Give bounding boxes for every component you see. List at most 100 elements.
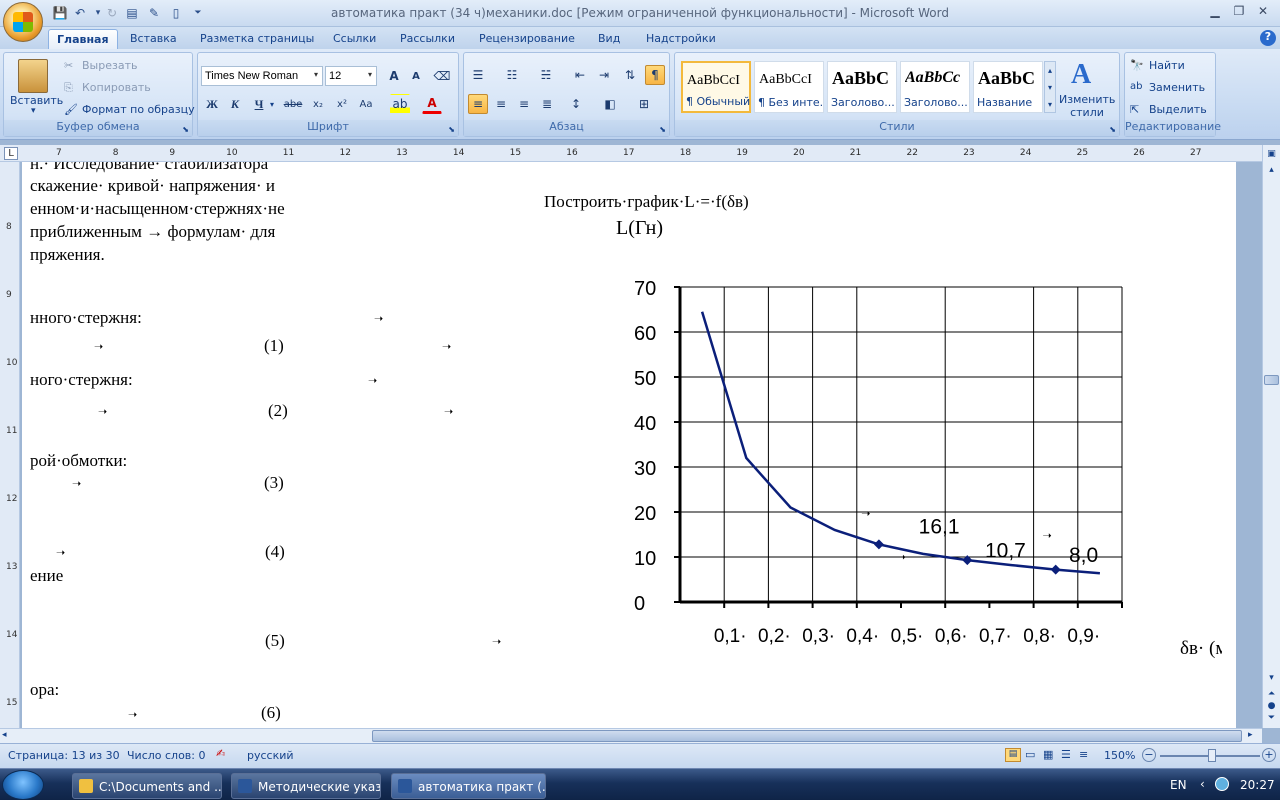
cut-icon[interactable]: ✂ bbox=[64, 59, 73, 72]
horizontal-scrollbar[interactable]: ◂ ▸ bbox=[0, 728, 1262, 743]
justify-icon[interactable]: ≣ bbox=[537, 94, 557, 114]
font-family-dropdown-icon[interactable]: ▾ bbox=[314, 70, 318, 79]
clipboard-launcher-icon[interactable]: ⬊ bbox=[182, 125, 189, 134]
subscript-button[interactable]: x₂ bbox=[308, 94, 328, 114]
tab-home[interactable]: Главная bbox=[48, 29, 118, 49]
borders-icon[interactable]: ⊞ bbox=[634, 94, 654, 114]
tab-insert[interactable]: Вставка bbox=[122, 29, 185, 49]
sort-icon[interactable]: ⇅ bbox=[620, 65, 640, 85]
change-case-button[interactable]: Aa bbox=[356, 94, 376, 114]
multilevel-list-icon[interactable]: ☵ bbox=[536, 65, 556, 85]
strikethrough-button[interactable]: abe bbox=[283, 94, 303, 114]
numbering-icon[interactable]: ☷ bbox=[502, 65, 522, 85]
full-screen-reading-icon[interactable]: ▭ bbox=[1025, 748, 1035, 761]
style-no-spacing[interactable]: AaBbCcI ¶ Без инте... bbox=[754, 61, 824, 113]
scroll-up-icon[interactable]: ▴ bbox=[1265, 165, 1278, 178]
minimize-icon[interactable]: ▁ bbox=[1204, 4, 1226, 20]
show-marks-icon[interactable]: ¶ bbox=[645, 65, 665, 85]
underline-dropdown-icon[interactable]: ▾ bbox=[270, 100, 274, 109]
copy-button[interactable]: Копировать bbox=[82, 81, 151, 94]
paragraph-launcher-icon[interactable]: ⬊ bbox=[659, 125, 666, 134]
tab-selector-icon[interactable]: L bbox=[4, 147, 18, 160]
find-button[interactable]: Найти bbox=[1149, 59, 1185, 72]
tab-view[interactable]: Вид bbox=[590, 29, 628, 49]
font-color-icon[interactable]: A bbox=[422, 94, 442, 114]
change-styles-button[interactable]: Изменить стили bbox=[1059, 93, 1115, 119]
outline-icon[interactable]: ☰ bbox=[1061, 748, 1071, 761]
cut-button[interactable]: Вырезать bbox=[82, 59, 137, 72]
bold-button[interactable]: Ж bbox=[202, 94, 222, 114]
word-count[interactable]: Число слов: 0 bbox=[127, 749, 206, 762]
clock[interactable]: 20:27 bbox=[1240, 778, 1275, 792]
new-document-icon[interactable]: ▯ bbox=[168, 5, 184, 21]
tab-references[interactable]: Ссылки bbox=[325, 29, 384, 49]
vertical-scrollbar[interactable]: ▣ ▴ ▾ ⏶ ● ⏷ bbox=[1262, 145, 1280, 728]
zoom-out-icon[interactable]: − bbox=[1142, 748, 1156, 762]
page-count[interactable]: Страница: 13 из 30 bbox=[8, 749, 120, 762]
highlight-icon[interactable]: ab bbox=[390, 94, 410, 114]
tab-page-layout[interactable]: Разметка страницы bbox=[192, 29, 322, 49]
paste-dropdown-icon[interactable]: ▾ bbox=[31, 106, 36, 116]
select-icon[interactable]: ⇱ bbox=[1130, 103, 1139, 116]
styles-launcher-icon[interactable]: ⬊ bbox=[1109, 125, 1116, 134]
network-icon[interactable] bbox=[1215, 777, 1229, 791]
undo-icon[interactable]: ↶ bbox=[72, 5, 88, 21]
font-size-dropdown-icon[interactable]: ▾ bbox=[368, 70, 372, 79]
format-painter-button[interactable]: Формат по образцу bbox=[82, 103, 195, 116]
edit-icon[interactable]: ✎ bbox=[146, 5, 162, 21]
change-styles-icon[interactable]: A bbox=[1071, 59, 1101, 90]
save-icon[interactable]: 💾 bbox=[52, 5, 68, 21]
qat-customize-icon[interactable]: ⏷ bbox=[190, 5, 206, 21]
paste-button[interactable]: Вставить bbox=[10, 94, 63, 107]
increase-indent-icon[interactable]: ⇥ bbox=[594, 65, 614, 85]
font-launcher-icon[interactable]: ⬊ bbox=[448, 125, 455, 134]
shrink-font-icon[interactable]: A bbox=[406, 66, 426, 86]
draft-icon[interactable]: ≡ bbox=[1079, 748, 1088, 761]
paste-icon[interactable] bbox=[18, 59, 48, 93]
tab-mailings[interactable]: Рассылки bbox=[392, 29, 463, 49]
print-layout-icon[interactable]: ▤ bbox=[1005, 748, 1021, 762]
copy-icon[interactable]: ⎘ bbox=[64, 81, 73, 95]
web-layout-icon[interactable]: ▦ bbox=[1043, 748, 1053, 761]
zoom-level[interactable]: 150% bbox=[1104, 749, 1135, 762]
restore-icon[interactable]: ❐ bbox=[1228, 4, 1250, 20]
previous-page-icon[interactable]: ⏶ bbox=[1265, 689, 1278, 701]
horizontal-ruler[interactable]: L 7 8 9 10 11 12 13 14 15 16 17 18 19 20 21 22 23 24 25 26 2… bbox=[0, 145, 1262, 162]
next-page-icon[interactable]: ⏷ bbox=[1265, 713, 1278, 725]
align-left-icon[interactable]: ≡ bbox=[468, 94, 488, 114]
font-family-combo[interactable]: Times New Roman bbox=[201, 66, 323, 86]
redo-icon[interactable]: ↻ bbox=[104, 5, 120, 21]
align-center-icon[interactable]: ≡ bbox=[491, 94, 511, 114]
clear-format-icon[interactable]: ⌫ bbox=[432, 66, 452, 86]
help-icon[interactable]: ? bbox=[1260, 30, 1276, 46]
start-button[interactable] bbox=[2, 770, 44, 800]
italic-button[interactable]: К bbox=[225, 94, 245, 114]
taskbar-item-word-active[interactable]: автоматика практ (... bbox=[391, 773, 546, 799]
tray-expand-icon[interactable]: ‹ bbox=[1200, 777, 1205, 791]
replace-button[interactable]: Заменить bbox=[1149, 81, 1205, 94]
taskbar-item-explorer[interactable]: C:\Documents and ... bbox=[72, 773, 222, 799]
hscroll-thumb[interactable] bbox=[372, 730, 1242, 742]
tab-review[interactable]: Рецензирование bbox=[471, 29, 583, 49]
line-spacing-icon[interactable]: ↕ bbox=[566, 94, 586, 114]
scroll-thumb[interactable] bbox=[1264, 375, 1279, 385]
align-right-icon[interactable]: ≡ bbox=[514, 94, 534, 114]
style-title[interactable]: AaBbC Название bbox=[973, 61, 1043, 113]
replace-icon[interactable]: ab bbox=[1130, 81, 1142, 92]
style-normal[interactable]: AaBbCcI ¶ Обычный bbox=[681, 61, 751, 113]
spellcheck-icon[interactable]: ✍ bbox=[216, 747, 225, 760]
superscript-button[interactable]: x² bbox=[332, 94, 352, 114]
bullets-icon[interactable]: ☰ bbox=[468, 65, 488, 85]
input-language[interactable]: EN bbox=[1170, 778, 1187, 792]
style-heading-2[interactable]: AaBbCc Заголово... bbox=[900, 61, 970, 113]
decrease-indent-icon[interactable]: ⇤ bbox=[570, 65, 590, 85]
scroll-left-icon[interactable]: ◂ bbox=[2, 730, 14, 742]
shading-icon[interactable]: ◧ bbox=[600, 94, 620, 114]
select-button[interactable]: Выделить bbox=[1149, 103, 1207, 116]
close-icon[interactable]: ✕ bbox=[1252, 4, 1274, 20]
tab-addins[interactable]: Надстройки bbox=[638, 29, 724, 49]
format-painter-icon[interactable]: 🖌 bbox=[64, 103, 78, 116]
office-button[interactable] bbox=[3, 2, 43, 42]
scroll-down-icon[interactable]: ▾ bbox=[1265, 673, 1278, 686]
find-icon[interactable]: 🔭 bbox=[1130, 59, 1144, 72]
